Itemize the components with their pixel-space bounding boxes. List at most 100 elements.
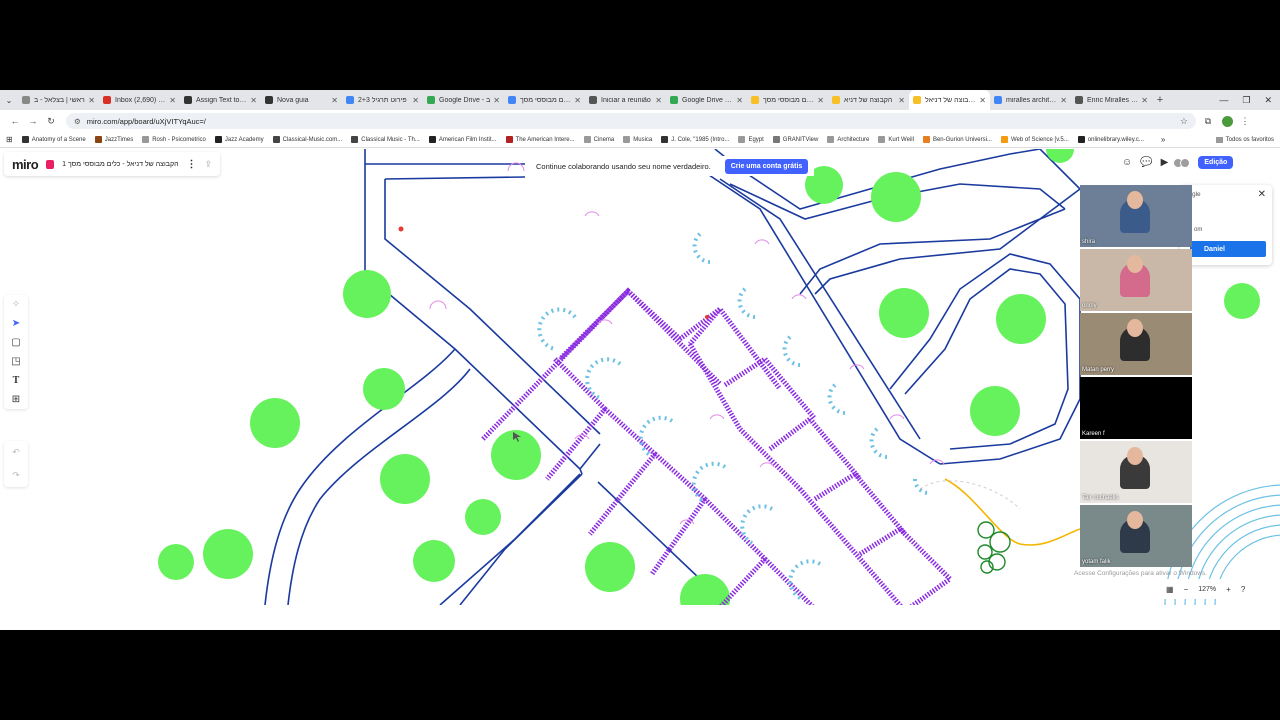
zoom-in-icon[interactable]: + [1226, 585, 1231, 594]
profile-avatar[interactable] [1222, 115, 1233, 127]
bookmark-item[interactable]: Architecture [827, 136, 869, 143]
seating-arc [737, 287, 756, 319]
tab-close-icon[interactable]: ✕ [736, 96, 743, 105]
browser-tab[interactable]: miralles architect ✕ [990, 90, 1071, 110]
shapes-icon[interactable]: ◳ [11, 356, 20, 367]
browser-tab[interactable]: Iniciar a reunião ✕ [585, 90, 666, 110]
text-tool-icon[interactable]: T [13, 375, 20, 386]
browser-tab[interactable]: Assign Text to La ✕ [180, 90, 261, 110]
participant-tile[interactable]: Tair michaelis [1080, 441, 1192, 503]
board-top-right-tools: ☺ 💬 ▶ Edição [1122, 156, 1234, 169]
browser-tab[interactable]: כלים מבוססי מסך ✕ [747, 90, 828, 110]
participant-tile[interactable]: orimy [1080, 249, 1192, 311]
create-account-button[interactable]: Crie uma conta grátis [724, 158, 809, 174]
bookmark-item[interactable]: The American Intere... [505, 136, 575, 143]
site-info-icon[interactable]: ⚙ [74, 117, 81, 126]
tab-close-icon[interactable]: ✕ [493, 96, 500, 105]
reactions-icon[interactable]: ☺ [1122, 157, 1132, 168]
undo-icon[interactable]: ↶ [12, 447, 20, 458]
browser-tab[interactable]: Google Drive - ב ✕ [423, 90, 504, 110]
redo-icon[interactable]: ↷ [12, 470, 20, 481]
video-icon[interactable]: ▶ [1161, 157, 1169, 168]
participant-tile[interactable]: Matan perry [1080, 313, 1192, 375]
address-bar[interactable]: ⚙ miro.com/app/board/uXjVITYqAuc=/ ☆ [66, 113, 1196, 129]
participant-tile[interactable]: Kareen f [1080, 377, 1192, 439]
tab-close-icon[interactable]: ✕ [169, 96, 176, 105]
browser-tab[interactable]: הקבוצה של דניאל ✕ [909, 90, 990, 110]
bookmark-item[interactable]: Egypt [738, 136, 764, 143]
bookmark-item[interactable]: Musica [623, 136, 652, 143]
select-tool-icon[interactable]: ➤ [12, 318, 20, 329]
bookmark-item[interactable]: Rosh - Psicometrico [142, 136, 206, 143]
close-window-icon[interactable]: ✕ [1264, 95, 1272, 106]
apps-grid-icon[interactable]: ⊞ [6, 135, 13, 144]
help-icon[interactable]: ? [1241, 585, 1245, 594]
close-icon[interactable]: ✕ [1258, 189, 1266, 200]
reload-icon[interactable]: ↻ [42, 116, 60, 127]
edit-mode-button[interactable]: Edição [1198, 156, 1234, 169]
back-icon[interactable]: ← [6, 116, 24, 126]
bookmark-item[interactable]: Ben-Gurion Universi... [922, 136, 992, 143]
menu-kebab-icon[interactable]: ⋮ [1237, 116, 1253, 127]
export-icon[interactable]: ⇪ [205, 159, 213, 170]
bookmark-item[interactable]: J. Cole, "1985 (Intro... [661, 136, 729, 143]
shrub [977, 544, 993, 560]
browser-tab[interactable]: פירוט תרגיל 2+3 ✕ [342, 90, 423, 110]
tab-close-icon[interactable]: ✕ [1060, 96, 1067, 105]
bookmark-item[interactable]: Classical-Music.com... [272, 136, 342, 143]
tab-close-icon[interactable]: ✕ [817, 96, 824, 105]
browser-tab[interactable]: Enric Miralles & C ✕ [1071, 90, 1152, 110]
ai-sparkle-icon[interactable]: ✧ [12, 299, 20, 310]
tab-close-icon[interactable]: ✕ [574, 96, 581, 105]
browser-tab[interactable]: כלים מבוססי מסך ✕ [504, 90, 585, 110]
bookmark-item[interactable]: Web of Science [v.5... [1000, 136, 1069, 143]
browser-tab[interactable]: הקבוצה של דניא ✕ [828, 90, 909, 110]
forward-icon[interactable]: → [24, 116, 42, 126]
tab-close-icon[interactable]: ✕ [898, 96, 905, 105]
new-tab-icon[interactable]: + [1152, 94, 1168, 106]
extensions-icon[interactable]: ⧉ [1200, 116, 1216, 127]
bookmark-item[interactable]: JazzTimes [94, 136, 133, 143]
browser-tab[interactable]: Google Drive - ה ✕ [666, 90, 747, 110]
bookmark-item[interactable]: GRANITView [772, 136, 818, 143]
zoom-out-icon[interactable]: − [1184, 585, 1189, 594]
tab-close-icon[interactable]: ✕ [979, 96, 986, 105]
board-menu-icon[interactable]: ⋮ [187, 159, 197, 170]
tab-close-icon[interactable]: ✕ [655, 96, 662, 105]
zoom-level[interactable]: 127% [1198, 586, 1216, 593]
tab-close-icon[interactable]: ✕ [88, 96, 95, 105]
continue-as-button[interactable]: Daniel [1190, 241, 1266, 257]
tab-close-icon[interactable]: ✕ [250, 96, 257, 105]
browser-tab[interactable]: ראשי | בצלאל - ב ✕ [18, 90, 99, 110]
browser-tab[interactable]: Inbox (2,690) - d ✕ [99, 90, 180, 110]
more-bookmarks-icon[interactable]: » [1161, 135, 1165, 144]
more-tools-icon[interactable]: ⊞ [12, 394, 20, 405]
bookmark-item[interactable]: American Film Instit... [428, 136, 497, 143]
tab-close-icon[interactable]: ✕ [1141, 96, 1148, 105]
browser-toolbar: ← → ↻ ⚙ miro.com/app/board/uXjVITYqAuc=/… [0, 110, 1280, 132]
miro-board-canvas[interactable]: miro 1 הקבוצה של דניאל - כלים מבוססי מסך… [0, 149, 1280, 605]
tab-close-icon[interactable]: ✕ [412, 96, 419, 105]
bookmark-star-icon[interactable]: ☆ [1180, 116, 1188, 127]
bookmark-item[interactable]: Jazz Academy [214, 136, 264, 143]
sticky-note-icon[interactable]: ▢ [11, 337, 20, 348]
participant-tile[interactable]: yotam falik [1080, 505, 1192, 567]
all-bookmarks[interactable]: Todos os favoritos [1215, 136, 1280, 143]
bookmark-item[interactable]: onlinelibrary.wiley.c... [1077, 136, 1144, 143]
collaborator-avatars[interactable] [1173, 157, 1191, 168]
minimize-icon[interactable]: — [1219, 95, 1228, 106]
board-name[interactable]: 1 הקבוצה של דניאל - כלים מבוססי מסך [62, 161, 178, 168]
maximize-icon[interactable]: ❐ [1242, 95, 1250, 106]
participant-tile[interactable]: shira [1080, 185, 1192, 247]
miro-logo[interactable]: miro [12, 157, 39, 172]
bookmark-item[interactable]: Classical Music - Th... [351, 136, 420, 143]
tab-search-icon[interactable]: ⌄ [0, 96, 18, 105]
browser-tab[interactable]: Nova guia ✕ [261, 90, 342, 110]
tab-close-icon[interactable]: ✕ [331, 96, 338, 105]
bookmark-item[interactable]: Kurt Weill [878, 136, 914, 143]
chat-icon[interactable]: 💬 [1140, 157, 1152, 168]
tab-favicon-icon [589, 96, 597, 104]
bookmark-item[interactable]: Cinema [583, 136, 614, 143]
grid-icon[interactable]: ▦ [1166, 585, 1174, 594]
bookmark-item[interactable]: Anatomy of a Scene [21, 136, 86, 143]
